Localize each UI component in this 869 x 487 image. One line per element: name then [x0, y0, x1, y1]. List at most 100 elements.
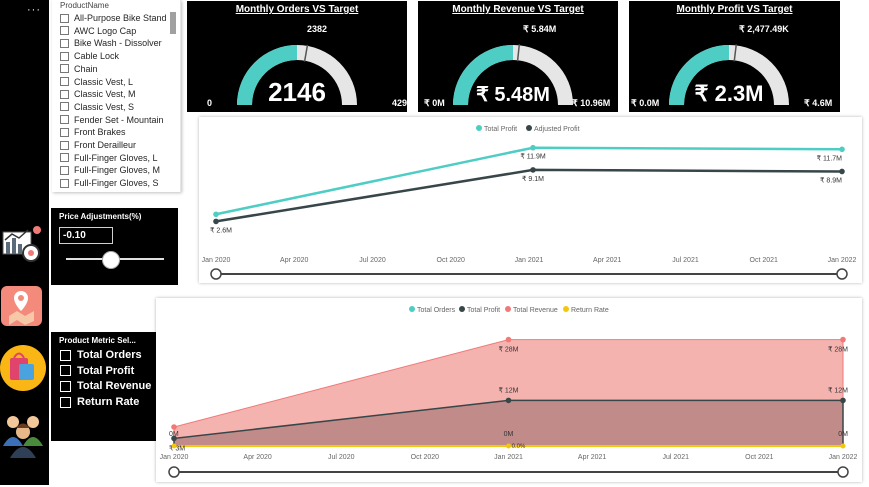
- data-point[interactable]: [171, 443, 177, 449]
- profit-gauge-card: Monthly Profit VS Target ₹ 2,477.49K ₹ 2.3…: [629, 1, 840, 112]
- checkbox[interactable]: [60, 89, 69, 99]
- map-location-icon[interactable]: [0, 285, 49, 337]
- data-point[interactable]: [840, 397, 846, 404]
- slicer-option[interactable]: All-Purpose Bike Stand: [60, 12, 167, 24]
- checkbox[interactable]: [60, 140, 69, 150]
- checkbox[interactable]: [60, 165, 69, 175]
- data-point[interactable]: [213, 218, 219, 225]
- checkbox[interactable]: [60, 64, 69, 74]
- slicer-option[interactable]: Fender Set - Mountain: [60, 114, 164, 126]
- legend-marker: [459, 306, 465, 312]
- x-tick-label: Apr 2021: [593, 257, 622, 264]
- metric-option-label: Total Profit: [77, 364, 135, 377]
- slicer-option[interactable]: Classic Vest, L: [60, 76, 133, 88]
- gauge-chart: ₹ 2,477.49K ₹ 2.3M ₹ 0.0M ₹ 4.6M: [631, 24, 832, 108]
- x-tick-label: Apr 2020: [280, 257, 309, 264]
- gauge-value: ₹ 2.3M: [694, 81, 763, 106]
- price-dashboard-icon[interactable]: [0, 222, 49, 274]
- legend-label: Adjusted Profit: [534, 126, 580, 133]
- price-adjustment-title: Price Adjustments(%): [59, 212, 142, 221]
- slicer-option[interactable]: Full-Finger Gloves, L: [60, 152, 158, 164]
- x-tick-label: Jul 2020: [328, 454, 355, 461]
- data-point[interactable]: [530, 167, 536, 173]
- metric-option[interactable]: Total Orders: [60, 349, 142, 361]
- x-tick-label: Oct 2020: [411, 454, 440, 461]
- shopping-bag-icon[interactable]: [0, 342, 49, 394]
- data-label: ₹ 11.7M: [817, 154, 843, 162]
- slicer-option[interactable]: AWC Logo Cap: [60, 25, 136, 37]
- profit-line-chart: Total Profit Adjusted Profit ₹ 11.9M ₹ 11.7…: [202, 125, 857, 280]
- product-name-slicer: ProductName All-Purpose Bike Stand AWC Lo…: [52, 0, 181, 192]
- customers-icon[interactable]: [0, 408, 49, 460]
- data-point[interactable]: [839, 146, 845, 153]
- metric-option[interactable]: Total Revenue: [60, 380, 151, 392]
- legend-marker: [409, 306, 415, 312]
- checkbox[interactable]: [60, 153, 69, 163]
- data-point[interactable]: [505, 397, 512, 404]
- checkbox[interactable]: [60, 115, 69, 125]
- slicer-option[interactable]: Cable Lock: [60, 50, 119, 62]
- x-tick-label: Oct 2020: [437, 257, 466, 264]
- slicer-option[interactable]: Classic Vest, S: [60, 101, 134, 113]
- gauge-max-label: ₹ 4.6M: [804, 98, 832, 108]
- checkbox[interactable]: [60, 102, 69, 112]
- slicer-option[interactable]: Bike Wash - Dissolver: [60, 37, 162, 49]
- slicer-option-label: Fender Set - Mountain: [74, 114, 164, 125]
- legend-marker: [563, 306, 569, 312]
- slicer-option[interactable]: Front Brakes: [60, 126, 126, 138]
- legend-marker: [476, 125, 482, 131]
- slicer-option-label: AWC Logo Cap: [74, 25, 137, 36]
- range-slider-start-handle[interactable]: [210, 268, 222, 280]
- data-point[interactable]: [840, 336, 846, 343]
- range-slider-end-handle[interactable]: [836, 268, 848, 280]
- checkbox[interactable]: [60, 178, 69, 188]
- checkbox[interactable]: [60, 349, 71, 361]
- data-label: 0M: [504, 431, 514, 438]
- left-nav-bar: ···: [0, 0, 49, 485]
- price-slider-handle[interactable]: [102, 251, 121, 269]
- data-point[interactable]: [505, 336, 512, 343]
- slicer-option[interactable]: Chain: [60, 63, 98, 75]
- gauge-min-label: 0: [207, 98, 212, 108]
- slicer-scrollbar[interactable]: [170, 12, 176, 34]
- data-point[interactable]: [506, 443, 511, 449]
- checkbox[interactable]: [60, 38, 69, 48]
- data-label: ₹ 28M: [498, 346, 518, 354]
- x-tick-label: Oct 2021: [750, 257, 779, 264]
- x-tick-label: Jan 2020: [202, 257, 231, 264]
- gauge-max-label: ₹ 10.96M: [572, 98, 610, 108]
- metric-option[interactable]: Return Rate: [60, 396, 139, 408]
- data-point[interactable]: [530, 144, 536, 151]
- metric-option[interactable]: Total Profit: [60, 365, 134, 377]
- slicer-option[interactable]: Full-Finger Gloves, M: [60, 164, 160, 176]
- data-point[interactable]: [171, 424, 177, 430]
- range-slider-start-handle[interactable]: [168, 466, 180, 478]
- gauge-value: 2146: [268, 77, 326, 107]
- revenue-gauge-card: Monthly Revenue VS Target ₹ 5.84M ₹ 5.48M ₹…: [418, 1, 618, 112]
- checkbox[interactable]: [60, 51, 69, 61]
- slicer-option[interactable]: Classic Vest, M: [60, 88, 136, 100]
- slicer-option-label: Full-Finger Gloves, L: [74, 152, 158, 163]
- range-slider-end-handle[interactable]: [837, 466, 849, 478]
- checkbox[interactable]: [60, 365, 71, 377]
- more-options-icon[interactable]: ···: [27, 4, 41, 16]
- slicer-option-label: Full-Finger Gloves, M: [74, 165, 161, 176]
- legend-marker: [526, 125, 532, 131]
- checkbox[interactable]: [60, 396, 71, 408]
- slicer-option[interactable]: Front Derailleur: [60, 139, 136, 151]
- slicer-option-label: Classic Vest, S: [74, 101, 135, 112]
- checkbox[interactable]: [60, 13, 69, 23]
- price-adjustment-input[interactable]: -0.10: [59, 227, 113, 244]
- data-point[interactable]: [840, 443, 846, 449]
- checkbox[interactable]: [60, 127, 69, 137]
- checkbox[interactable]: [60, 77, 69, 86]
- legend-label: Total Revenue: [513, 307, 558, 314]
- checkbox[interactable]: [60, 380, 71, 392]
- data-label: ₹ 11.9M: [520, 153, 546, 161]
- gauge-chart: ₹ 5.84M ₹ 5.48M ₹ 0M ₹ 10.96M: [424, 24, 610, 108]
- checkbox[interactable]: [60, 26, 69, 36]
- data-point[interactable]: [839, 168, 845, 175]
- data-point[interactable]: [213, 211, 219, 218]
- slicer-option[interactable]: Full-Finger Gloves, S: [60, 177, 159, 189]
- x-tick-label: Jan 2021: [494, 454, 523, 461]
